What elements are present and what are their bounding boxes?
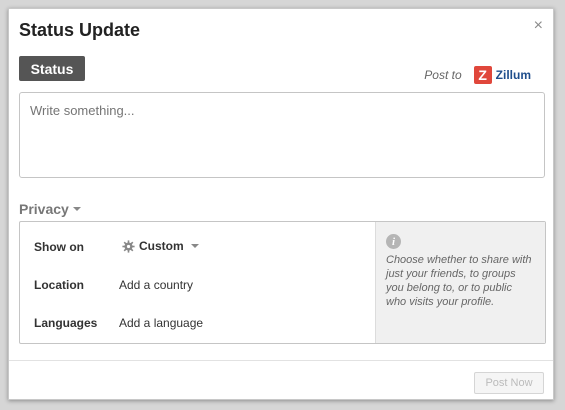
chevron-down-icon (72, 207, 81, 211)
location-label: Location (34, 278, 84, 292)
status-update-dialog: Status Update × Status Post to Z Zillum … (8, 8, 554, 400)
gear-icon (122, 239, 135, 253)
show-on-value: Custom (139, 239, 184, 253)
tab-status[interactable]: Status (19, 56, 85, 81)
post-to-target: Post to Z Zillum (424, 66, 531, 84)
show-on-label: Show on (34, 240, 84, 254)
footer-divider (9, 360, 553, 361)
post-now-button[interactable]: Post Now (474, 372, 544, 394)
dialog-title: Status Update (19, 20, 141, 40)
add-country-link[interactable]: Add a country (119, 278, 193, 292)
show-on-dropdown[interactable]: Custom (122, 239, 199, 253)
chevron-down-icon (190, 244, 199, 248)
languages-label: Languages (34, 316, 98, 330)
close-icon[interactable]: × (534, 18, 543, 34)
privacy-info-text: Choose whether to share with just your f… (386, 254, 532, 308)
privacy-label: Privacy (19, 201, 69, 217)
info-icon: i (386, 234, 401, 249)
add-language-link[interactable]: Add a language (119, 316, 203, 330)
status-input[interactable] (19, 92, 545, 178)
post-target-name: Zillum (495, 68, 531, 82)
privacy-fields: Show on Custom Location Add a country La… (20, 222, 375, 343)
privacy-panel: Show on Custom Location Add a country La… (19, 221, 546, 344)
privacy-toggle[interactable]: Privacy (19, 201, 81, 217)
post-to-label: Post to (424, 68, 462, 82)
zillum-logo-icon: Z (473, 66, 492, 84)
privacy-info-panel: i Choose whether to share with just your… (375, 222, 545, 343)
